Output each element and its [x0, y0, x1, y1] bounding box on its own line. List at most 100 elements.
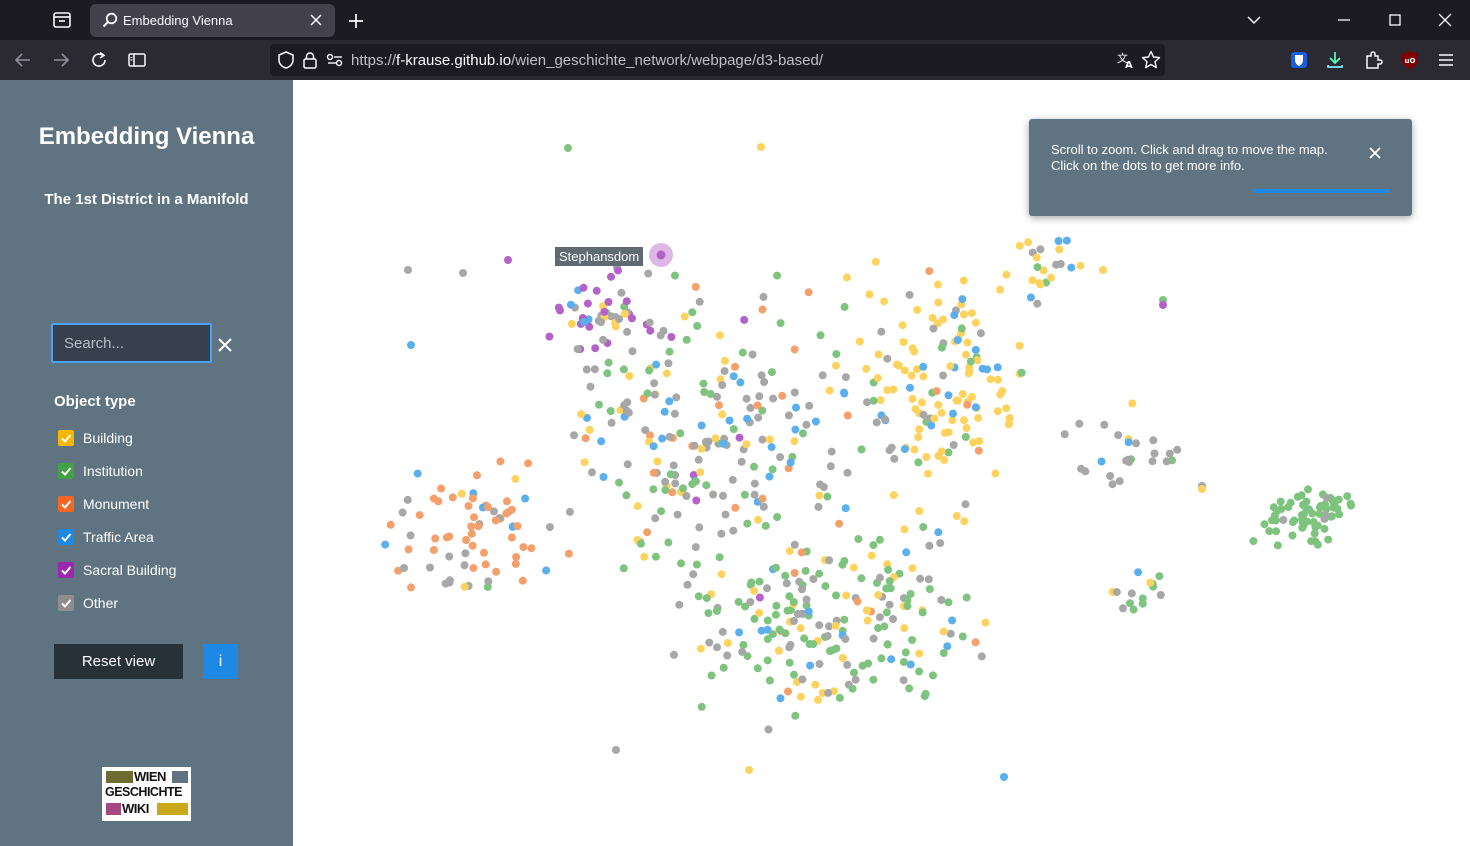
map-dot-institution[interactable]: [840, 302, 849, 311]
map-dot-sacral[interactable]: [504, 256, 512, 264]
map-dot-institution[interactable]: [1320, 524, 1329, 533]
map-dot-traffic[interactable]: [767, 443, 776, 452]
map-dot-traffic[interactable]: [811, 417, 820, 426]
map-dot-other[interactable]: [890, 454, 899, 463]
map-dot-institution[interactable]: [738, 348, 747, 357]
map-dot-monument[interactable]: [492, 567, 501, 576]
map-dot-institution[interactable]: [702, 481, 711, 490]
shield-icon[interactable]: [278, 51, 294, 69]
map-dot-sacral[interactable]: [592, 286, 601, 295]
map-dot-institution[interactable]: [619, 564, 628, 573]
map-dot-building[interactable]: [680, 312, 689, 321]
map-dot-traffic[interactable]: [521, 494, 530, 503]
map-dot-traffic[interactable]: [943, 642, 952, 651]
map-dot-institution[interactable]: [676, 429, 685, 438]
map-dot-building[interactable]: [899, 338, 908, 346]
map-dot-institution[interactable]: [1126, 599, 1134, 608]
map-dot-institution[interactable]: [838, 560, 847, 569]
map-dot-other[interactable]: [545, 523, 554, 532]
map-dot-institution[interactable]: [816, 331, 825, 340]
map-dot-traffic[interactable]: [413, 469, 422, 478]
map-dot-sacral[interactable]: [740, 315, 749, 324]
map-dot-other[interactable]: [729, 526, 738, 535]
map-dot-building[interactable]: [960, 517, 969, 526]
map-dot-traffic[interactable]: [919, 362, 928, 371]
map-dot-other[interactable]: [599, 335, 608, 344]
map-dot-institution[interactable]: [755, 577, 764, 586]
map-dot-building[interactable]: [832, 361, 840, 370]
map-dot-building[interactable]: [919, 372, 928, 381]
map-dot-other[interactable]: [746, 403, 755, 412]
map-dot-building[interactable]: [849, 563, 858, 572]
map-dot-other[interactable]: [644, 269, 653, 278]
map-dot-other[interactable]: [1173, 445, 1182, 454]
map-dot-other[interactable]: [814, 502, 823, 511]
map-dot-building[interactable]: [930, 414, 939, 423]
checkbox[interactable]: [58, 595, 74, 611]
map-dot-institution[interactable]: [832, 591, 840, 600]
map-dot-monument[interactable]: [527, 544, 536, 553]
map-dot-other[interactable]: [691, 543, 700, 552]
map-dot-monument[interactable]: [643, 528, 652, 537]
map-dot-other[interactable]: [805, 401, 814, 410]
map-dot-monument[interactable]: [496, 457, 505, 466]
map-dot-traffic[interactable]: [765, 472, 774, 481]
map-dot-institution[interactable]: [864, 659, 873, 668]
map-dot-institution[interactable]: [682, 335, 691, 344]
map-dot-monument[interactable]: [797, 548, 806, 557]
map-dot-other[interactable]: [782, 579, 791, 588]
map-dot-building[interactable]: [880, 297, 889, 306]
map-dot-other[interactable]: [885, 446, 894, 455]
map-dot-other[interactable]: [929, 324, 938, 333]
map-dot-other[interactable]: [961, 500, 970, 509]
map-dot-institution[interactable]: [850, 668, 858, 677]
map-dot-institution[interactable]: [657, 507, 666, 516]
map-dot-institution[interactable]: [771, 610, 780, 619]
map-dot-other[interactable]: [398, 508, 407, 517]
map-dot-building[interactable]: [998, 387, 1007, 395]
map-dot-other[interactable]: [1150, 449, 1159, 458]
map-dot-other[interactable]: [682, 492, 691, 500]
map-dot-other[interactable]: [628, 347, 637, 356]
wien-geschichte-wiki-logo[interactable]: WIEN GESCHICHTE WIKI: [102, 767, 191, 821]
map-dot-institution[interactable]: [1297, 491, 1306, 500]
map-dot-traffic[interactable]: [906, 660, 915, 669]
map-dot-sacral[interactable]: [607, 272, 615, 281]
map-dot-traffic[interactable]: [840, 389, 849, 398]
map-dot-building[interactable]: [1099, 266, 1107, 274]
map-dot-building[interactable]: [934, 400, 943, 409]
map-dot-building[interactable]: [625, 372, 634, 380]
map-dot-institution[interactable]: [1290, 516, 1299, 525]
map-dot-institution[interactable]: [882, 608, 891, 617]
bookmark-star-icon[interactable]: [1141, 50, 1161, 70]
map-dot-other[interactable]: [656, 331, 665, 340]
map-dot-institution[interactable]: [694, 592, 703, 601]
map-dot-institution[interactable]: [1316, 502, 1325, 510]
map-dot-traffic[interactable]: [887, 655, 896, 664]
map-dot-institution[interactable]: [636, 539, 645, 548]
checkbox[interactable]: [58, 562, 74, 578]
permissions-icon[interactable]: [326, 52, 344, 68]
map-dot-institution[interactable]: [763, 656, 772, 665]
map-dot-institution[interactable]: [1155, 572, 1164, 581]
map-dot-building[interactable]: [914, 433, 923, 442]
map-dot-institution[interactable]: [790, 670, 798, 679]
map-dot-monument[interactable]: [448, 493, 457, 502]
map-dot-institution[interactable]: [664, 538, 673, 547]
map-dot-institution[interactable]: [661, 486, 670, 495]
map-dot-other[interactable]: [406, 531, 415, 540]
map-dot-building[interactable]: [1005, 414, 1014, 422]
map-dot-building[interactable]: [457, 489, 466, 498]
map-dot-institution[interactable]: [809, 640, 818, 649]
map-dot-other[interactable]: [843, 660, 852, 669]
map-dot-building[interactable]: [842, 591, 851, 600]
map-dot-other[interactable]: [748, 350, 757, 359]
map-dot-building[interactable]: [774, 646, 783, 655]
map-dot-other[interactable]: [484, 577, 493, 586]
map-dot-other[interactable]: [815, 621, 824, 630]
map-dot-other[interactable]: [924, 575, 933, 584]
map-dot-institution[interactable]: [773, 513, 782, 521]
map-dot-institution[interactable]: [800, 634, 809, 643]
map-dot-other[interactable]: [672, 393, 681, 402]
map-dot-building[interactable]: [715, 331, 724, 340]
